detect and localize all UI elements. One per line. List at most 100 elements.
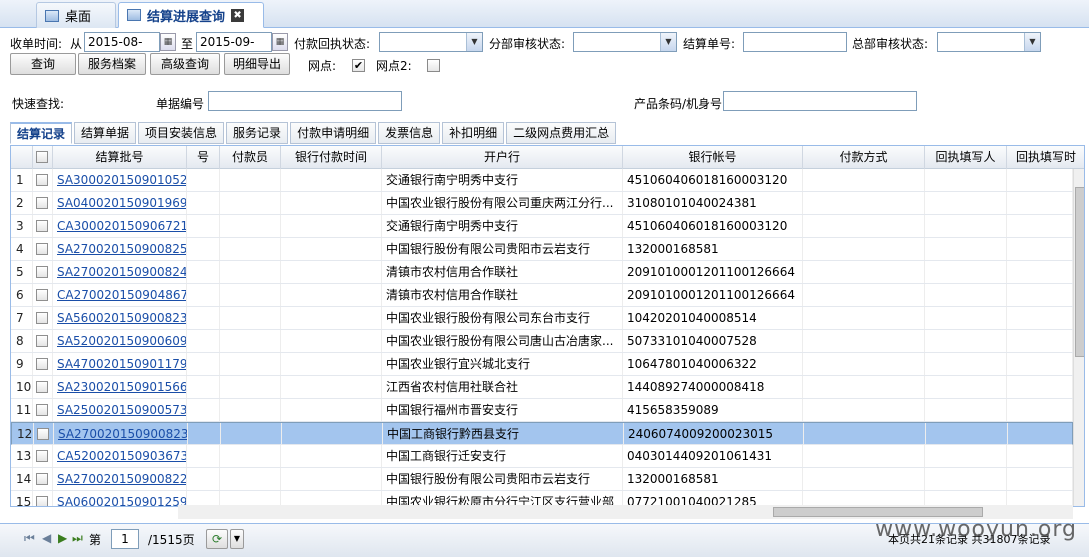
batch-link[interactable]: SA040020150901969 [57,196,186,210]
tab-secondary-outlet-fees[interactable]: 二级网点费用汇总 [506,122,617,144]
header-receipt-time[interactable]: 回执填写时 [1007,146,1084,169]
header-no[interactable]: 号 [187,146,220,169]
row-checkbox[interactable] [36,220,48,232]
product-code-input[interactable] [723,91,917,111]
batch-link[interactable]: SA230020150901566 [57,380,186,394]
row-select[interactable] [33,284,53,306]
row-select[interactable] [33,353,53,375]
table-row[interactable]: 10 SA230020150901566 江西省农村信用社联合社 1440892740… [11,376,1073,399]
batch-link[interactable]: SA520020150900609 [57,334,186,348]
row-select[interactable] [33,261,53,283]
batch-link[interactable]: SA270020150900824 [57,265,186,279]
payment-status-select[interactable]: ▼ [379,32,483,52]
tab-invoice-info[interactable]: 发票信息 [378,122,441,144]
date-to-input[interactable]: 2015-09-10 [196,32,272,65]
row-checkbox[interactable] [36,243,48,255]
row-checkbox[interactable] [36,358,48,370]
row-select[interactable] [33,445,53,467]
row-checkbox[interactable] [36,266,48,278]
advanced-query-button[interactable]: 高级查询 [150,53,220,75]
row-checkbox[interactable] [36,473,48,485]
table-row[interactable]: 3 CA300020150906721 交通银行南宁明秀中支行 45106040601… [11,215,1073,238]
tab-install-info[interactable]: 项目安装信息 [138,122,225,144]
branch-review-select[interactable]: ▼ [573,32,677,52]
scroll-thumb[interactable] [773,507,983,517]
row-checkbox[interactable] [36,312,48,324]
row-checkbox[interactable] [36,335,48,347]
query-button[interactable]: 查询 [10,53,76,75]
header-account[interactable]: 银行帐号 [623,146,803,169]
scroll-thumb[interactable] [1075,187,1084,357]
page-input[interactable]: 1 [111,529,139,549]
batch-link[interactable]: SA560020150900823 [57,311,186,325]
row-select[interactable] [33,215,53,237]
row-checkbox[interactable] [36,289,48,301]
header-pay-time[interactable]: 银行付款时间 [281,146,382,169]
header-select-all[interactable] [33,146,53,169]
header-payer[interactable]: 付款员 [220,146,281,169]
tab-desktop[interactable]: 桌面 [36,2,116,28]
table-row[interactable]: 11 SA250020150900573 中国银行福州市晋安支行 4156583590… [11,399,1073,422]
tab-settlement-records[interactable]: 结算记录 [10,122,73,144]
row-select[interactable] [33,307,53,329]
header-bank[interactable]: 开户行 [382,146,623,169]
row-checkbox[interactable] [37,428,49,440]
batch-link[interactable]: SA250020150900573 [57,403,186,417]
header-batch[interactable]: 结算批号 [53,146,187,169]
first-page-icon[interactable]: ⏮ [24,531,35,546]
batch-link[interactable]: SA270020150900825 [57,242,186,256]
select-all-checkbox[interactable] [36,151,48,163]
batch-link[interactable]: SA300020150901052 [57,173,186,187]
batch-link[interactable]: CA520020150903673 [57,449,186,463]
row-select[interactable] [33,399,53,421]
outlet2-checkbox[interactable] [427,59,440,72]
table-row[interactable]: 2 SA040020150901969 中国农业银行股份有限公司重庆两江分行... 3… [11,192,1073,215]
row-select[interactable] [33,468,53,490]
chevron-down-icon[interactable]: ▼ [230,529,244,549]
row-select[interactable] [33,491,53,506]
table-row[interactable]: 13 CA520020150903673 中国工商银行迁安支行 04030144092… [11,445,1073,468]
next-page-icon[interactable]: ▶ [58,531,67,545]
table-row[interactable]: 9 SA470020150901179 中国农业银行宜兴城北支行 1064780104… [11,353,1073,376]
table-row[interactable]: 1 SA300020150901052 交通银行南宁明秀中支行 45106040601… [11,169,1073,192]
row-select[interactable] [33,169,53,191]
row-checkbox[interactable] [36,496,48,506]
header-pay-method[interactable]: 付款方式 [803,146,925,169]
service-file-button[interactable]: 服务档案 [78,53,146,75]
prev-page-icon[interactable]: ◀ [42,531,51,545]
batch-link[interactable]: SA270020150900822 [57,472,186,486]
batch-link[interactable]: SA270020150900823 [58,427,187,441]
row-select[interactable] [33,192,53,214]
settlement-no-input[interactable] [743,32,847,52]
header-receipt-writer[interactable]: 回执填写人 [925,146,1007,169]
close-icon[interactable]: ✖ [231,8,245,22]
tab-deduction-detail[interactable]: 补扣明细 [442,122,505,144]
table-row[interactable]: 8 SA520020150900609 中国农业银行股份有限公司唐山古冶唐家... 5… [11,330,1073,353]
row-select[interactable] [33,330,53,352]
date-from-input[interactable]: 2015-08-30 [84,32,160,65]
row-select[interactable] [33,238,53,260]
table-row[interactable]: 7 SA560020150900823 中国农业银行股份有限公司东台市支行 10420… [11,307,1073,330]
tab-service-records[interactable]: 服务记录 [226,122,289,144]
outlet-checkbox[interactable]: ✔ [352,59,365,72]
row-select[interactable] [33,376,53,398]
hq-review-select[interactable]: ▼ [937,32,1041,52]
row-checkbox[interactable] [36,174,48,186]
row-checkbox[interactable] [36,404,48,416]
table-row[interactable]: 14 SA270020150900822 中国银行股份有限公司贵阳市云岩支行 1320… [11,468,1073,491]
batch-link[interactable]: SA060020150901259 [57,495,186,506]
calendar-icon[interactable]: ▦ [272,33,288,51]
table-row[interactable]: 6 CA270020150904867 清镇市农村信用合作联社 20910100012… [11,284,1073,307]
batch-link[interactable]: CA270020150904867 [57,288,186,302]
row-select[interactable] [34,423,54,445]
table-row[interactable]: 12 SA270020150900823 中国工商银行黔西县支行 2406074009… [11,422,1074,445]
row-checkbox[interactable] [36,197,48,209]
row-checkbox[interactable] [36,450,48,462]
refresh-icon[interactable]: ⟳ [206,529,228,549]
table-row[interactable]: 5 SA270020150900824 清镇市农村信用合作联社 20910100012… [11,261,1073,284]
tab-settlement-docs[interactable]: 结算单据 [74,122,137,144]
vertical-scrollbar[interactable] [1073,169,1084,506]
row-checkbox[interactable] [36,381,48,393]
last-page-icon[interactable]: ⏭ [72,531,83,546]
tab-payment-request[interactable]: 付款申请明细 [290,122,377,144]
